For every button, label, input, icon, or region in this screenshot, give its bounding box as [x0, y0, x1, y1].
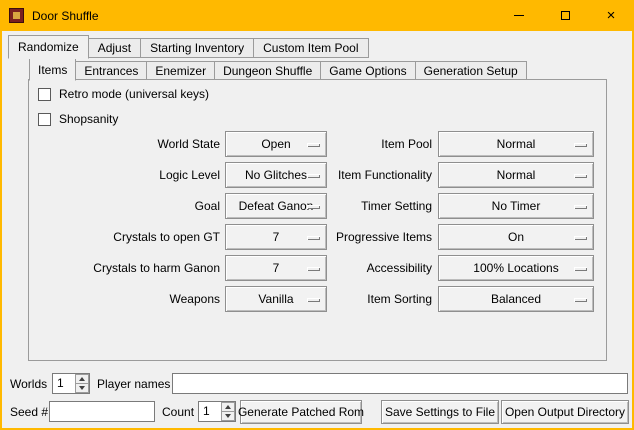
seed-input[interactable] — [49, 401, 155, 422]
retro-mode-checkbox-row: Retro mode (universal keys) — [38, 86, 209, 102]
item-pool-label: Item Pool — [292, 131, 432, 157]
count-label: Count — [162, 401, 194, 423]
open-output-directory-button[interactable]: Open Output Directory — [501, 400, 629, 424]
retro-mode-checkbox[interactable] — [38, 88, 51, 101]
weapons-label: Weapons — [32, 286, 220, 312]
dropdown-indicator-icon — [574, 174, 587, 178]
item-sorting-dropdown[interactable]: Balanced — [438, 286, 594, 312]
item-functionality-value: Normal — [497, 163, 536, 187]
generate-patched-rom-button[interactable]: Generate Patched Rom — [240, 400, 362, 424]
timer-setting-value: No Timer — [492, 194, 541, 218]
player-names-label: Player names — [97, 373, 170, 395]
crystals-ganon-value: 7 — [273, 256, 280, 280]
spin-up-button[interactable] — [221, 402, 235, 412]
tab-randomize[interactable]: Randomize — [8, 35, 89, 59]
seed-label: Seed # — [10, 401, 48, 423]
close-button[interactable]: × — [588, 0, 634, 31]
outer-tab-bar: Randomize Adjust Starting Inventory Cust… — [8, 33, 368, 58]
count-spin-arrows — [221, 402, 235, 421]
worlds-spin-arrows — [75, 374, 89, 393]
timer-setting-label: Timer Setting — [292, 193, 432, 219]
tab-generation-setup[interactable]: Generation Setup — [415, 61, 527, 80]
progressive-items-label: Progressive Items — [292, 224, 432, 250]
arrow-down-icon — [79, 386, 85, 390]
minimize-button[interactable] — [496, 0, 542, 31]
item-sorting-value: Balanced — [491, 287, 541, 311]
tab-game-options[interactable]: Game Options — [320, 61, 415, 80]
arrow-up-icon — [79, 377, 85, 381]
timer-setting-dropdown[interactable]: No Timer — [438, 193, 594, 219]
accessibility-value: 100% Locations — [473, 256, 558, 280]
save-settings-button[interactable]: Save Settings to File — [381, 400, 499, 424]
worlds-value: 1 — [53, 374, 75, 393]
item-functionality-dropdown[interactable]: Normal — [438, 162, 594, 188]
shopsanity-checkbox-row: Shopsanity — [38, 111, 118, 127]
item-functionality-label: Item Functionality — [292, 162, 432, 188]
tab-adjust[interactable]: Adjust — [88, 38, 141, 58]
dropdown-indicator-icon — [574, 298, 587, 302]
spin-up-button[interactable] — [75, 374, 89, 384]
retro-mode-label: Retro mode (universal keys) — [59, 87, 209, 101]
door-shuffle-window: Door Shuffle × Randomize Adjust Starting… — [0, 0, 634, 430]
goal-label: Goal — [32, 193, 220, 219]
tab-custom-item-pool[interactable]: Custom Item Pool — [253, 38, 368, 58]
dropdown-indicator-icon — [574, 205, 587, 209]
dropdown-indicator-icon — [574, 143, 587, 147]
arrow-down-icon — [225, 414, 231, 418]
accessibility-dropdown[interactable]: 100% Locations — [438, 255, 594, 281]
inner-tab-bar: Items Entrances Enemizer Dungeon Shuffle… — [29, 57, 526, 80]
arrow-up-icon — [225, 405, 231, 409]
tab-entrances[interactable]: Entrances — [75, 61, 147, 80]
title-bar[interactable]: Door Shuffle × — [0, 0, 634, 31]
accessibility-label: Accessibility — [292, 255, 432, 281]
logic-level-label: Logic Level — [32, 162, 220, 188]
close-icon: × — [607, 8, 616, 23]
worlds-spinner[interactable]: 1 — [52, 373, 90, 394]
progressive-items-value: On — [508, 225, 524, 249]
worlds-label: Worlds — [10, 373, 47, 395]
player-names-input[interactable] — [172, 373, 628, 394]
world-state-label: World State — [32, 131, 220, 157]
item-pool-value: Normal — [497, 132, 536, 156]
world-state-value: Open — [261, 132, 290, 156]
count-value: 1 — [199, 402, 221, 421]
tab-items[interactable]: Items — [29, 58, 76, 81]
tab-starting-inventory[interactable]: Starting Inventory — [140, 38, 254, 58]
window-title: Door Shuffle — [32, 9, 99, 23]
dropdown-indicator-icon — [574, 267, 587, 271]
weapons-value: Vanilla — [258, 287, 293, 311]
progressive-items-dropdown[interactable]: On — [438, 224, 594, 250]
shopsanity-checkbox[interactable] — [38, 113, 51, 126]
shopsanity-label: Shopsanity — [59, 112, 118, 126]
crystals-gt-label: Crystals to open GT — [32, 224, 220, 250]
spin-down-button[interactable] — [221, 412, 235, 421]
dropdown-indicator-icon — [574, 236, 587, 240]
item-sorting-label: Item Sorting — [292, 286, 432, 312]
maximize-button[interactable] — [542, 0, 588, 31]
count-spinner[interactable]: 1 — [198, 401, 236, 422]
crystals-gt-value: 7 — [273, 225, 280, 249]
window-controls: × — [496, 0, 634, 31]
tab-enemizer[interactable]: Enemizer — [146, 61, 215, 80]
app-icon — [9, 8, 24, 23]
crystals-ganon-label: Crystals to harm Ganon — [32, 255, 220, 281]
item-pool-dropdown[interactable]: Normal — [438, 131, 594, 157]
spin-down-button[interactable] — [75, 384, 89, 393]
tab-dungeon-shuffle[interactable]: Dungeon Shuffle — [214, 61, 321, 80]
minimize-icon — [514, 15, 524, 16]
maximize-icon — [561, 11, 570, 20]
